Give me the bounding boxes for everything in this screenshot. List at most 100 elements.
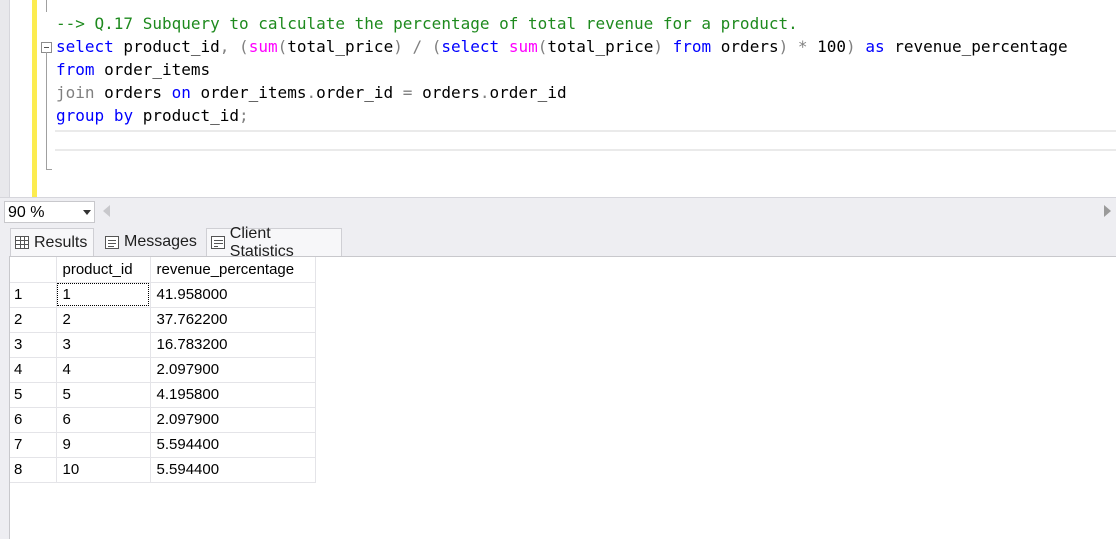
messages-icon: [105, 235, 119, 249]
code-token: (: [277, 37, 288, 56]
outline-guide: [46, 0, 47, 12]
change-tracking-bar: [32, 0, 37, 197]
column-header-revenue-percentage[interactable]: revenue_percentage: [150, 257, 316, 283]
tab-client-statistics[interactable]: Client Statistics: [206, 225, 342, 260]
code-token: =: [402, 83, 413, 102]
row-number[interactable]: 6: [10, 407, 57, 433]
table-row[interactable]: 3 3 16.783200: [10, 332, 316, 358]
cell-revenue-percentage[interactable]: 41.958000: [150, 282, 316, 308]
row-number[interactable]: 7: [10, 432, 57, 458]
code-token: *: [788, 37, 818, 56]
code-token: as: [865, 37, 885, 56]
cell-revenue-percentage[interactable]: 2.097900: [150, 407, 316, 433]
scroll-left-icon[interactable]: [103, 205, 110, 217]
code-token: from: [672, 37, 712, 56]
code-token: ): [653, 37, 663, 56]
grid-icon: [15, 236, 29, 249]
sql-code[interactable]: --> Q.17 Subquery to calculate the perce…: [56, 12, 1068, 127]
code-token: sum: [248, 37, 278, 56]
outline-guide-end: [46, 169, 52, 170]
code-token: (: [537, 37, 548, 56]
cell-product-id[interactable]: 2: [56, 307, 151, 333]
row-number[interactable]: 2: [10, 307, 57, 333]
code-line[interactable]: from order_items: [56, 58, 1068, 81]
current-line-highlight: [55, 130, 1116, 151]
row-number[interactable]: 3: [10, 332, 57, 358]
cell-revenue-percentage[interactable]: 5.594400: [150, 432, 316, 458]
query-editor[interactable]: --> Q.17 Subquery to calculate the perce…: [0, 0, 1116, 197]
corner-cell[interactable]: [10, 257, 57, 283]
code-token: by: [113, 106, 134, 125]
cell-product-id[interactable]: 3: [56, 332, 151, 358]
code-token: order_id: [316, 83, 403, 102]
table-row[interactable]: 7 9 5.594400: [10, 432, 316, 458]
table-row[interactable]: 5 5 4.195800: [10, 382, 316, 408]
code-line[interactable]: group by product_id;: [56, 104, 1068, 127]
cell-product-id[interactable]: 9: [56, 432, 151, 458]
table-row[interactable]: 1 1 41.958000: [10, 282, 316, 308]
header-row: product_id revenue_percentage: [10, 257, 316, 283]
zoom-dropdown[interactable]: 90 %: [4, 201, 95, 223]
tab-messages[interactable]: Messages: [101, 228, 201, 256]
cell-product-id[interactable]: 1: [56, 282, 151, 308]
code-token: product_id: [113, 37, 220, 56]
code-token: total_price: [287, 37, 394, 56]
table-row[interactable]: 6 6 2.097900: [10, 407, 316, 433]
scroll-right-icon[interactable]: [1104, 205, 1111, 217]
cell-product-id[interactable]: 5: [56, 382, 151, 408]
cell-product-id[interactable]: 4: [56, 357, 151, 383]
editor-status-strip: 90 %: [0, 197, 1116, 225]
code-token: ;: [239, 106, 249, 125]
code-token: ): [846, 37, 856, 56]
editor-gutter: [10, 0, 32, 197]
code-token: order_id: [489, 83, 567, 102]
code-token: (: [431, 37, 442, 56]
results-panel: Results Messages Client Statistics produ…: [0, 225, 1116, 539]
code-token: select: [56, 37, 114, 56]
cell-revenue-percentage[interactable]: 4.195800: [150, 382, 316, 408]
row-number[interactable]: 4: [10, 357, 57, 383]
code-token: 100: [817, 37, 847, 56]
code-token: .: [479, 83, 490, 102]
cell-revenue-percentage[interactable]: 37.762200: [150, 307, 316, 333]
code-token: /: [402, 37, 432, 56]
row-number[interactable]: 5: [10, 382, 57, 408]
code-token: order_items: [94, 60, 211, 79]
code-token: ,: [219, 37, 230, 56]
cell-revenue-percentage[interactable]: 2.097900: [150, 357, 316, 383]
tab-messages-label: Messages: [124, 233, 197, 250]
tab-results-label: Results: [34, 233, 88, 251]
code-token: .: [306, 83, 317, 102]
code-token: --> Q.17 Subquery to calculate the perce…: [56, 14, 798, 33]
code-line[interactable]: join orders on order_items.order_id = or…: [56, 81, 1068, 104]
row-number[interactable]: 8: [10, 457, 57, 483]
code-token: from: [56, 60, 95, 79]
code-token: ): [778, 37, 789, 56]
cell-revenue-percentage[interactable]: 5.594400: [150, 457, 316, 483]
code-token: product_id: [133, 106, 240, 125]
table-row[interactable]: 4 4 2.097900: [10, 357, 316, 383]
cell-product-id[interactable]: 10: [56, 457, 151, 483]
code-token: revenue_percentage: [884, 37, 1068, 56]
code-line[interactable]: select product_id, (sum(total_price) / (…: [56, 35, 1068, 58]
row-number[interactable]: 1: [10, 282, 57, 308]
table-row[interactable]: 2 2 37.762200: [10, 307, 316, 333]
code-line[interactable]: --> Q.17 Subquery to calculate the perce…: [56, 12, 1068, 35]
code-token: ): [393, 37, 403, 56]
code-token: on: [171, 83, 191, 102]
cell-revenue-percentage[interactable]: 16.783200: [150, 332, 316, 358]
table-row[interactable]: 8 10 5.594400: [10, 457, 316, 483]
chevron-down-icon[interactable]: [83, 210, 91, 215]
code-token: orders: [94, 83, 172, 102]
editor-left-margin: [0, 0, 10, 197]
results-grid[interactable]: product_id revenue_percentage 1 1 41.95800…: [9, 256, 1116, 539]
code-token: sum: [508, 37, 538, 56]
cell-product-id[interactable]: 6: [56, 407, 151, 433]
tab-results[interactable]: Results: [10, 228, 94, 256]
column-header-product-id[interactable]: product_id: [56, 257, 151, 283]
